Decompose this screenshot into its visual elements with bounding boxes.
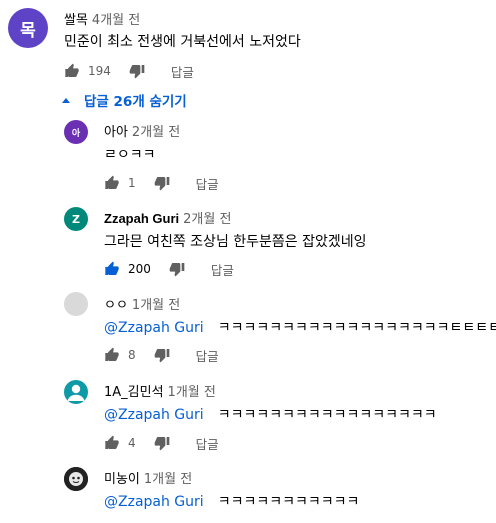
hide-replies-button[interactable]: 답글 26개 숨기기 <box>62 90 187 110</box>
comment-actions: 1 답글 <box>104 173 219 193</box>
comment-time[interactable]: 2개월 전 <box>132 125 180 140</box>
thumb-down-icon <box>154 349 169 363</box>
reply-button[interactable]: 답글 <box>196 434 219 453</box>
comment-actions: 8 답글 <box>104 345 219 365</box>
avatar[interactable]: 목 <box>8 8 48 48</box>
comment-author[interactable]: 쌀목 <box>64 13 88 28</box>
thumb-down-icon <box>129 65 145 79</box>
avatar-initial: 아 <box>71 128 81 139</box>
comment-actions: 200 답글 <box>104 259 234 279</box>
comment-body: ㅋㅋㅋㅋㅋㅋㅋㅋㅋㅋㅋ <box>217 494 360 510</box>
reply-button[interactable]: 답글 <box>196 346 219 365</box>
comment-text: ㄹㅇㅋㅋ <box>104 147 156 163</box>
comment-author[interactable]: Zzapah Guri <box>104 211 179 226</box>
like-button[interactable] <box>104 347 120 363</box>
thumb-down-icon <box>169 263 185 277</box>
comment-time[interactable]: 1개월 전 <box>168 385 216 400</box>
avatar[interactable]: 아 <box>64 120 88 144</box>
comment-time[interactable]: 4개월 전 <box>92 13 140 28</box>
thumb-down-icon <box>154 177 169 191</box>
comment-author[interactable]: ㅇㅇ <box>104 298 128 313</box>
thumb-up-icon <box>65 63 79 77</box>
comment-actions: 4 답글 <box>104 433 219 453</box>
thumb-up-icon <box>105 261 119 275</box>
avatar[interactable]: Z <box>64 207 88 231</box>
thumb-down-icon <box>154 437 169 451</box>
avatar-initial: 목 <box>20 20 36 41</box>
avatar-image-icon <box>64 467 88 491</box>
like-button[interactable] <box>64 63 80 79</box>
avatar-initial: Z <box>72 212 80 226</box>
thumb-up-icon <box>105 175 119 189</box>
comment-body: ㅋㅋㅋㅋㅋㅋㅋㅋㅋㅋㅋㅋㅋㅋㅋㅋㅋ <box>217 407 437 423</box>
like-count: 194 <box>88 64 111 78</box>
comment-body: ㅋㅋㅋㅋㅋㅋㅋㅋㅋㅋㅋㅋㅋㅋㅋㅋㅋㅋㅌㅌㅌㅌ <box>217 320 496 336</box>
comment-author[interactable]: 미농이 <box>104 472 140 487</box>
comment-author[interactable]: 아아 <box>104 125 128 140</box>
comment-text: 그라믄 여친쪽 조상님 한두분쯤은 잡았겠네잉 <box>104 234 367 250</box>
reply-button[interactable]: 답글 <box>196 174 219 193</box>
comment-text: @Zzapah Guri ㅋㅋㅋㅋㅋㅋㅋㅋㅋㅋㅋㅋㅋㅋㅋㅋㅋㅋㅌㅌㅌㅌ <box>104 317 496 337</box>
dislike-button[interactable] <box>154 435 170 451</box>
comment-text: @Zzapah Guri ㅋㅋㅋㅋㅋㅋㅋㅋㅋㅋㅋ <box>104 491 359 511</box>
avatar[interactable] <box>64 292 88 316</box>
like-button[interactable] <box>104 175 120 191</box>
comment-time[interactable]: 1개월 전 <box>144 472 192 487</box>
dislike-button[interactable] <box>129 63 145 79</box>
person-icon <box>67 384 85 401</box>
comment-actions: 194 답글 <box>64 61 194 81</box>
like-count: 1 <box>128 176 136 190</box>
mention-link[interactable]: @Zzapah Guri <box>104 407 204 423</box>
thumb-up-icon <box>105 347 119 361</box>
comment-time[interactable]: 1개월 전 <box>132 298 180 313</box>
reply-button[interactable]: 답글 <box>171 62 194 81</box>
reply-button[interactable]: 답글 <box>211 260 234 279</box>
like-button[interactable] <box>104 435 120 451</box>
thumb-up-icon <box>105 435 119 449</box>
comment-text: 민준이 최소 전생에 거북선에서 노저었다 <box>64 34 301 50</box>
like-button[interactable] <box>104 261 120 277</box>
mention-link[interactable]: @Zzapah Guri <box>104 494 204 510</box>
comment-header: Zzapah Guri 2개월 전 <box>104 208 231 227</box>
chevron-up-icon <box>62 97 70 103</box>
dislike-button[interactable] <box>154 347 170 363</box>
hide-replies-label: 답글 26개 숨기기 <box>84 94 187 110</box>
avatar[interactable] <box>64 380 88 404</box>
comment-time[interactable]: 2개월 전 <box>183 212 231 227</box>
comment-author[interactable]: 1A_김민석 <box>104 385 164 400</box>
dislike-button[interactable] <box>169 261 185 277</box>
like-count: 8 <box>128 348 136 362</box>
like-count: 4 <box>128 436 136 450</box>
comment-text: @Zzapah Guri ㅋㅋㅋㅋㅋㅋㅋㅋㅋㅋㅋㅋㅋㅋㅋㅋㅋ <box>104 404 437 424</box>
comment-header: 아아 2개월 전 <box>104 121 180 140</box>
avatar[interactable] <box>64 467 88 491</box>
dislike-button[interactable] <box>154 175 170 191</box>
like-count: 200 <box>128 262 151 276</box>
comment-header: 1A_김민석 1개월 전 <box>104 381 216 400</box>
comment-header: 쌀목 4개월 전 <box>64 9 140 28</box>
mention-link[interactable]: @Zzapah Guri <box>104 320 204 336</box>
comment-header: 미농이 1개월 전 <box>104 468 192 487</box>
comment-header: ㅇㅇ 1개월 전 <box>104 294 180 313</box>
